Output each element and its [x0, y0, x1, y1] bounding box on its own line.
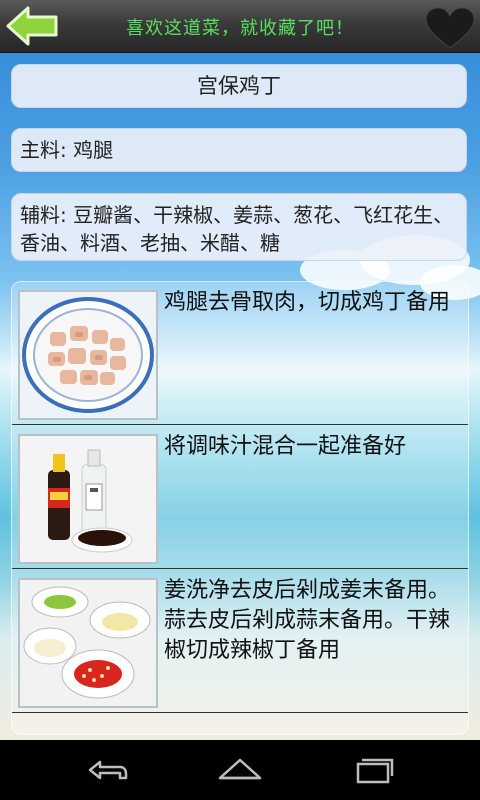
chopped-aromatics-image [18, 578, 158, 708]
step-text: 鸡腿去骨取肉，切成鸡丁备用 [164, 290, 451, 315]
steps-list[interactable]: 鸡腿去骨取肉，切成鸡丁备用 将调味汁混合一起准备好 姜洗净去皮后剁成姜末备用。蒜… [11, 281, 469, 735]
nav-home-icon [218, 758, 262, 780]
nav-recents-button[interactable] [344, 752, 404, 788]
nav-back-button[interactable] [76, 752, 136, 788]
back-button[interactable] [4, 4, 60, 48]
step-text: 姜洗净去皮后剁成姜末备用。蒜去皮后剁成蒜末备用。干辣椒切成辣椒丁备用 [164, 578, 451, 663]
main-ingredient: 主料: 鸡腿 [11, 128, 467, 172]
favorite-prompt-text: 喜欢这道菜，就收藏了吧！ [126, 18, 354, 39]
nav-back-icon [88, 760, 128, 780]
step-text: 将调味汁混合一起准备好 [164, 434, 407, 459]
favorite-button[interactable] [424, 6, 476, 50]
nav-home-button[interactable] [210, 752, 270, 788]
diced-chicken-image [18, 290, 158, 420]
recipe-title: 宫保鸡丁 [11, 64, 467, 108]
nav-recents-icon [356, 758, 394, 784]
system-nav-bar [0, 740, 480, 800]
step-item[interactable]: 鸡腿去骨取肉，切成鸡丁备用 [12, 282, 468, 425]
sauce-bottles-image [18, 434, 158, 564]
heart-icon [425, 7, 475, 49]
step-item[interactable]: 姜洗净去皮后剁成姜末备用。蒜去皮后剁成蒜末备用。干辣椒切成辣椒丁备用 [12, 570, 468, 713]
auxiliary-ingredients: 辅料: 豆瓣酱、干辣椒、姜蒜、葱花、飞红花生、香油、料酒、老抽、米醋、糖 [11, 193, 467, 261]
arrow-left-icon [6, 6, 58, 46]
step-item[interactable]: 将调味汁混合一起准备好 [12, 426, 468, 569]
top-bar: 喜欢这道菜，就收藏了吧！ [0, 0, 480, 53]
